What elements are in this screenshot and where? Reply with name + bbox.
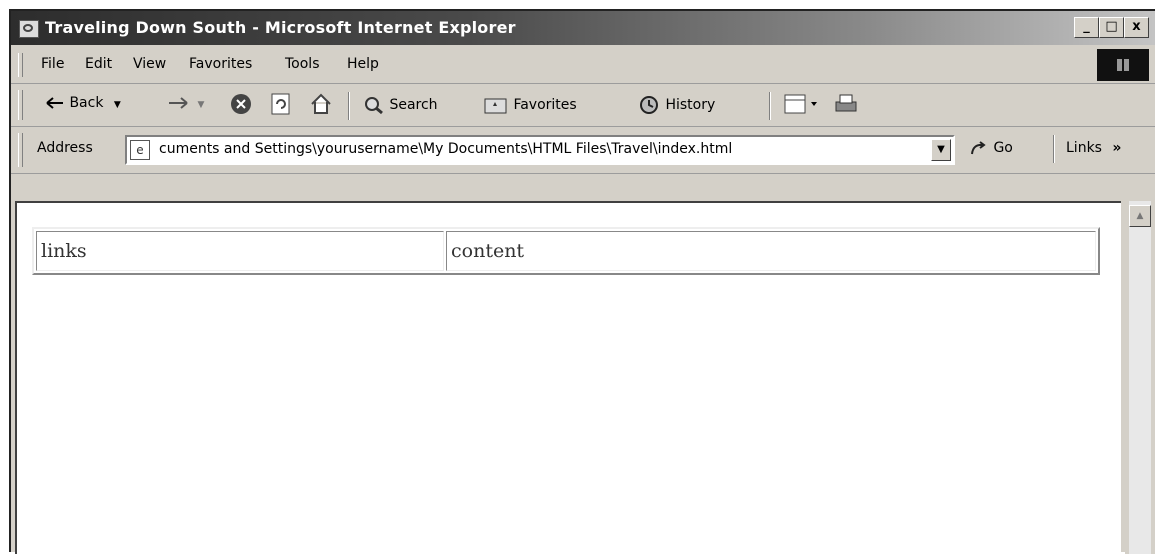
address-bar: Address e cuments and Settings\yourusern…: [11, 127, 1155, 174]
address-label: Address: [37, 140, 93, 156]
links-button[interactable]: Links »: [1066, 140, 1121, 156]
search-label: Search: [389, 97, 438, 113]
address-dropdown-button[interactable]: ▼: [931, 139, 951, 161]
content-cell: content: [446, 231, 1096, 271]
forward-arrow-icon: [169, 97, 188, 109]
toolbar-grip[interactable]: [18, 90, 23, 120]
stop-button[interactable]: [229, 92, 253, 120]
back-button[interactable]: Back ▼: [45, 95, 121, 111]
back-label: Back: [69, 95, 104, 111]
toolbar-separator: [348, 92, 350, 120]
menu-view[interactable]: View: [133, 56, 166, 72]
toolbar-separator: [1053, 135, 1055, 163]
chevron-right-icon[interactable]: »: [1112, 140, 1121, 156]
title-bar: Traveling Down South - Microsoft Interne…: [11, 11, 1155, 45]
menu-bar-grip[interactable]: [18, 53, 23, 77]
stop-icon: [231, 94, 251, 114]
mail-icon: [784, 94, 817, 114]
page-icon: e: [130, 140, 150, 160]
scrollbar-track[interactable]: [1129, 201, 1151, 554]
favorites-label: Favorites: [513, 97, 577, 113]
menu-favorites[interactable]: Favorites: [189, 56, 252, 72]
menu-help[interactable]: Help: [347, 56, 379, 72]
favorites-folder-icon: [484, 98, 507, 114]
refresh-icon: [271, 93, 290, 115]
favorites-button[interactable]: Favorites: [483, 95, 577, 115]
layout-table: links content: [32, 227, 1100, 275]
back-dropdown-icon[interactable]: ▼: [114, 100, 121, 110]
home-button[interactable]: [309, 92, 333, 120]
refresh-button[interactable]: [269, 92, 293, 120]
mail-button[interactable]: [783, 92, 823, 120]
links-label: Links: [1066, 140, 1102, 156]
table-row: links content: [36, 231, 1096, 271]
minimize-button[interactable]: _: [1074, 17, 1099, 38]
search-button[interactable]: Search: [363, 95, 438, 115]
go-button[interactable]: Go: [969, 140, 1013, 156]
windows-logo-icon: [1097, 49, 1149, 81]
home-icon: [311, 93, 331, 114]
search-icon: [365, 97, 383, 115]
address-input[interactable]: e cuments and Settings\yourusername\My D…: [125, 135, 955, 165]
links-cell: links: [36, 231, 444, 271]
address-bar-grip[interactable]: [18, 133, 23, 167]
forward-dropdown-icon[interactable]: ▼: [197, 100, 204, 110]
window-title: Traveling Down South - Microsoft Interne…: [45, 18, 516, 37]
history-label: History: [665, 97, 716, 113]
browser-window: Traveling Down South - Microsoft Interne…: [9, 9, 1155, 554]
history-button[interactable]: History: [637, 95, 715, 115]
close-button[interactable]: x: [1124, 17, 1149, 38]
standard-toolbar: Back ▼ ▼ Search Favorites History: [11, 84, 1155, 127]
scroll-up-button[interactable]: ▲: [1129, 205, 1151, 227]
back-arrow-icon: [46, 97, 63, 109]
go-label: Go: [993, 140, 1013, 156]
ie-app-icon: [19, 20, 39, 38]
go-arrow-icon: [971, 141, 986, 155]
menu-file[interactable]: File: [41, 56, 64, 72]
address-url[interactable]: cuments and Settings\yourusername\My Doc…: [159, 141, 732, 157]
print-button[interactable]: [833, 92, 859, 120]
menu-edit[interactable]: Edit: [85, 56, 112, 72]
maximize-button[interactable]: □: [1099, 17, 1124, 38]
menu-bar: File Edit View Favorites Tools Help: [11, 47, 1155, 84]
forward-button[interactable]: ▼: [167, 95, 204, 111]
menu-tools[interactable]: Tools: [285, 56, 320, 72]
print-icon: [835, 94, 857, 112]
history-icon: [640, 96, 658, 114]
vertical-scrollbar[interactable]: ▲: [1125, 201, 1155, 554]
toolbar-separator: [769, 92, 771, 120]
